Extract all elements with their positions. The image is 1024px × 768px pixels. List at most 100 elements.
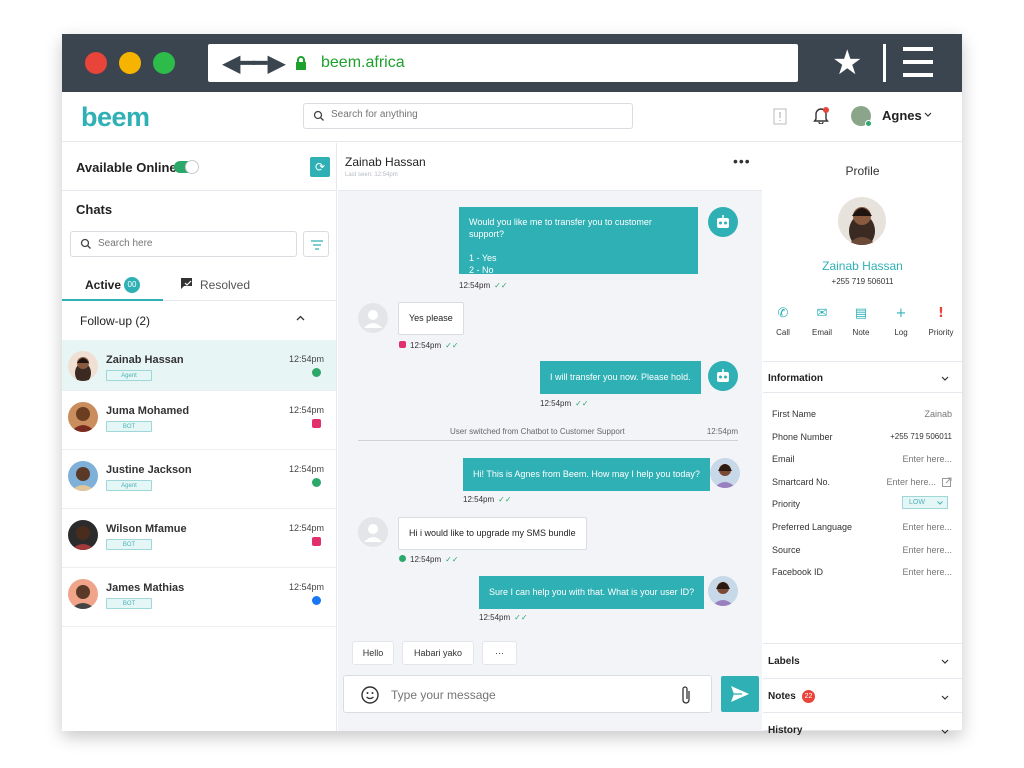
search-icon xyxy=(313,110,324,121)
profile-panel: Profile Zainab Hassan +255 719 506011 ✆ C… xyxy=(763,143,962,736)
priority-action[interactable]: ! Priority xyxy=(921,306,961,337)
field-value[interactable]: Enter here... xyxy=(902,567,952,577)
tab-resolved[interactable]: Resolved xyxy=(180,263,280,301)
contact-avatar xyxy=(68,579,98,609)
filter-button[interactable] xyxy=(303,231,329,257)
tab-resolved-label: Resolved xyxy=(200,278,251,292)
url-text: beem.africa xyxy=(321,54,405,71)
message-timestamp: 12:54pm ✓✓ xyxy=(399,341,459,350)
contact-name: Justine Jackson xyxy=(106,464,192,476)
emoji-icon[interactable] xyxy=(361,686,379,704)
chat-search-input[interactable] xyxy=(98,238,288,249)
message-input[interactable] xyxy=(391,688,661,702)
refresh-icon[interactable]: ⟳ xyxy=(310,157,330,177)
history-section[interactable]: History xyxy=(763,712,962,736)
information-header[interactable]: Information xyxy=(763,362,962,392)
chevron-down-icon xyxy=(941,695,949,700)
chevron-up-icon[interactable] xyxy=(296,315,305,321)
address-bar[interactable]: ◀━ ━▶ beem.africa xyxy=(208,44,798,82)
conversation-panel: Zainab Hassan Last seen: 12:54pm ••• Wou… xyxy=(338,143,762,731)
information-section: Information First Name Zainab Phone Numbe… xyxy=(763,361,962,642)
chat-list: Zainab Hassan Agent 12:54pm Juma Mohamed… xyxy=(62,340,336,627)
more-options-icon[interactable]: ••• xyxy=(733,153,751,169)
quick-reply-more[interactable]: ··· xyxy=(482,641,517,665)
conversation-contact-name: Zainab Hassan xyxy=(345,155,426,169)
paperclip-icon[interactable] xyxy=(680,685,692,705)
notes-section[interactable]: Notes 22 xyxy=(763,678,962,712)
note-icon: ▤ xyxy=(854,306,868,321)
quick-reply-hello[interactable]: Hello xyxy=(352,641,394,665)
agent-avatar xyxy=(708,576,738,606)
labels-section[interactable]: Labels xyxy=(763,643,962,678)
email-action[interactable]: ✉ Email xyxy=(802,306,842,337)
message-composer xyxy=(343,675,712,713)
chat-list-item[interactable]: Wilson Mfamue BOT 12:54pm xyxy=(62,509,336,568)
agent-name[interactable]: Agnes xyxy=(882,108,922,123)
close-window-button[interactable] xyxy=(85,52,107,74)
contact-name: Juma Mohamed xyxy=(106,405,190,417)
chat-list-item[interactable]: James Mathias BOT 12:54pm xyxy=(62,568,336,627)
message-timestamp: 12:54pm ✓✓ xyxy=(463,495,512,504)
profile-phone: +255 719 506011 xyxy=(831,277,894,286)
handler-tag: Agent xyxy=(106,370,152,381)
chat-time: 12:54pm xyxy=(288,523,324,533)
active-count-badge: 00 xyxy=(124,277,140,293)
chat-time: 12:54pm xyxy=(288,582,324,592)
contact-name: Zainab Hassan xyxy=(106,354,184,366)
browser-menu-icon[interactable] xyxy=(903,47,933,79)
exclamation-icon: ! xyxy=(938,306,944,321)
chevron-down-icon[interactable] xyxy=(924,112,932,118)
contact-avatar xyxy=(68,520,98,550)
last-seen: Last seen: 12:54pm xyxy=(345,172,398,178)
log-action[interactable]: + Log xyxy=(881,306,921,337)
contact-avatar xyxy=(68,402,98,432)
customer-message: Hi i would like to upgrade my SMS bundle xyxy=(398,517,587,550)
search-icon xyxy=(80,238,91,249)
beem-logo[interactable]: beem xyxy=(81,102,150,133)
plus-icon: + xyxy=(895,306,907,321)
quick-reply-habari[interactable]: Habari yako xyxy=(402,641,474,665)
availability-toggle[interactable] xyxy=(174,160,199,174)
field-value[interactable]: +255 719 506011 xyxy=(890,432,952,441)
maximize-window-button[interactable] xyxy=(153,52,175,74)
field-value[interactable]: Enter here... xyxy=(886,477,936,487)
availability-bar: Available Online ⟳ xyxy=(62,143,336,191)
filter-icon xyxy=(311,240,323,250)
field-smartcard: Smartcard No. Enter here... xyxy=(772,477,952,487)
back-arrow-icon[interactable]: ◀━ xyxy=(222,51,255,75)
instagram-icon xyxy=(312,419,321,428)
followup-group-header[interactable]: Follow-up (2) xyxy=(62,307,336,333)
call-action[interactable]: ✆ Call xyxy=(763,306,803,337)
global-search-input[interactable] xyxy=(331,109,621,120)
system-event-text: User switched from Chatbot to Customer S… xyxy=(450,427,625,436)
agent-avatar[interactable] xyxy=(851,106,872,127)
chat-time: 12:54pm xyxy=(288,464,324,474)
note-action[interactable]: ▤ Note xyxy=(841,306,881,337)
notes-count-badge: 22 xyxy=(802,690,815,703)
external-edit-icon[interactable] xyxy=(942,477,952,487)
chat-list-item[interactable]: Justine Jackson Agent 12:54pm xyxy=(62,450,336,509)
minimize-window-button[interactable] xyxy=(119,52,141,74)
messenger-icon xyxy=(312,596,321,605)
lock-icon xyxy=(296,56,306,70)
global-search[interactable] xyxy=(303,103,633,129)
field-first-name: First Name Zainab xyxy=(772,409,952,419)
chat-list-item[interactable]: Juma Mohamed BOT 12:54pm xyxy=(62,391,336,450)
field-value[interactable]: Enter here... xyxy=(902,522,952,532)
tab-active[interactable]: Active 00 xyxy=(62,263,163,301)
bookmark-star-icon[interactable]: ★ xyxy=(832,46,862,80)
priority-select[interactable]: LOW xyxy=(902,496,948,509)
forward-arrow-icon[interactable]: ━▶ xyxy=(253,51,286,75)
chat-search[interactable] xyxy=(70,231,297,257)
bell-icon[interactable] xyxy=(813,106,829,124)
chevron-down-icon xyxy=(937,501,943,505)
alert-box-icon[interactable] xyxy=(773,108,787,125)
field-email: Email Enter here... xyxy=(772,454,952,464)
field-value[interactable]: Zainab xyxy=(924,409,952,419)
field-value[interactable]: Enter here... xyxy=(902,545,952,555)
bot-avatar-icon xyxy=(708,207,738,237)
field-phone: Phone Number +255 719 506011 xyxy=(772,432,952,442)
field-value[interactable]: Enter here... xyxy=(902,454,952,464)
chat-list-item[interactable]: Zainab Hassan Agent 12:54pm xyxy=(62,340,336,391)
send-button[interactable] xyxy=(721,676,759,712)
